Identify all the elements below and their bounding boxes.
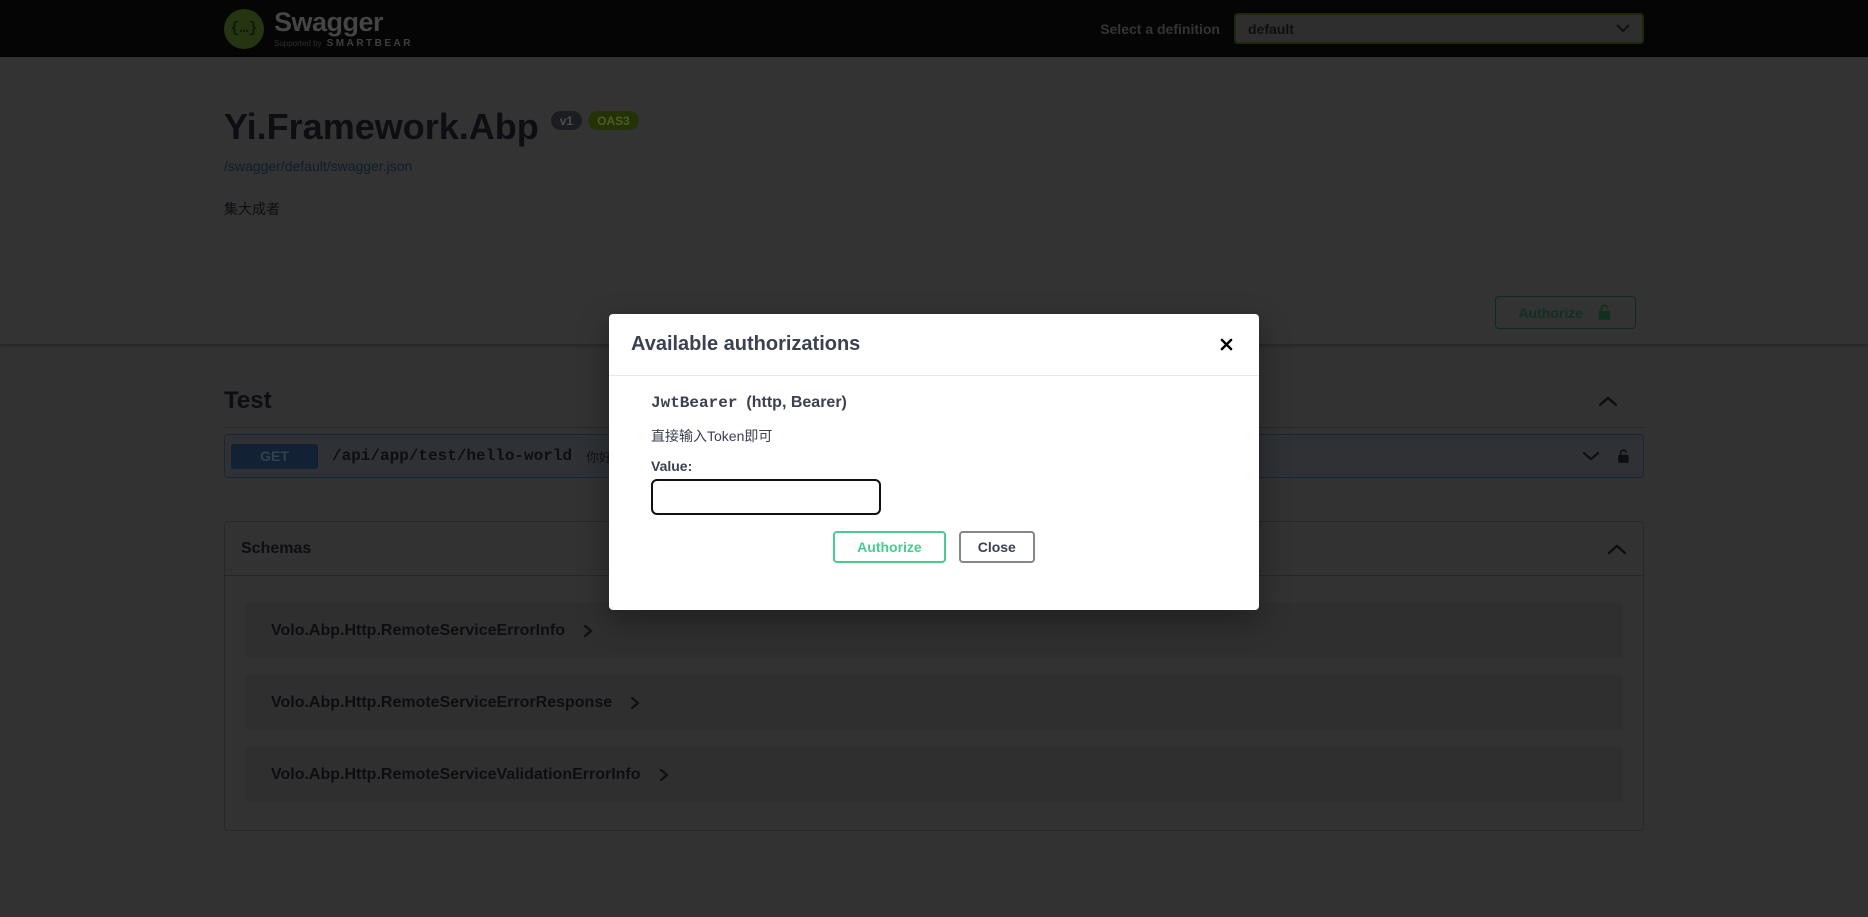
- authorizations-modal: Available authorizations JwtBearer (http…: [609, 314, 1259, 610]
- modal-authorize-button[interactable]: Authorize: [833, 531, 946, 563]
- modal-title: Available authorizations: [631, 333, 860, 356]
- token-value-input[interactable]: [651, 479, 881, 515]
- modal-close-action-button[interactable]: Close: [959, 531, 1035, 563]
- modal-actions: Authorize Close: [651, 531, 1217, 563]
- auth-scheme-type: (http, Bearer): [746, 394, 846, 412]
- auth-scheme-title: JwtBearer (http, Bearer): [651, 394, 1217, 412]
- value-label: Value:: [651, 458, 1217, 474]
- auth-scheme-description: 直接输入Token即可: [651, 426, 1217, 446]
- auth-scheme-name: JwtBearer: [651, 394, 737, 412]
- close-x-icon: [1220, 338, 1233, 351]
- modal-header: Available authorizations: [609, 314, 1259, 376]
- modal-close-button[interactable]: [1216, 334, 1237, 355]
- modal-body: JwtBearer (http, Bearer) 直接输入Token即可 Val…: [609, 376, 1259, 563]
